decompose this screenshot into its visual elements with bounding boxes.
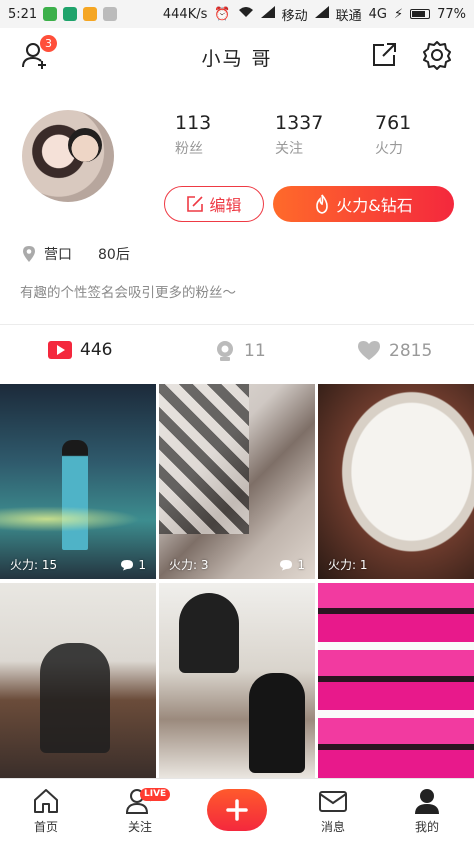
camera-icon [217,341,233,361]
battery-icon [410,9,431,19]
video-comment-count: 1 [138,557,146,572]
video-comment: 1 [279,558,305,572]
live-badge: LIVE [140,788,171,801]
edit-icon [187,196,204,212]
network-speed: 444K/s [162,6,208,22]
avatar[interactable] [22,110,114,202]
nav-me-label: 我的 [414,820,439,834]
create-button[interactable] [207,789,267,831]
shield-notification-icon [63,7,78,21]
signal-icon-2 [314,6,329,22]
alarm-icon: ⏰ [214,6,231,22]
nav-messages[interactable]: 消息 [303,787,363,835]
nav-home-label: 首页 [33,820,58,834]
status-time: 5:21 [8,6,38,22]
edit-profile-button[interactable]: 编辑 [164,186,264,222]
user-icon [415,789,439,814]
video-thumbnail[interactable] [318,583,474,778]
share-icon [373,43,396,66]
network-type: 4G [368,6,387,22]
video-thumbnail[interactable]: 火力: 15 1 [0,384,156,579]
video-grid: 火力: 15 1 火力: 3 1 火力: 1 [0,384,474,778]
tab-videos[interactable]: 446 [48,340,112,360]
video-thumbnail-figure-2 [249,673,305,773]
gear-icon [423,41,451,70]
video-comment: 1 [120,558,146,572]
video-fire-count: 火力: 15 [10,558,58,572]
stat-following-label: 关注 [275,141,303,157]
video-fire-count: 火力: 1 [328,558,368,572]
tab-live[interactable]: 11 [214,340,266,362]
stat-fans-count: 113 [175,112,212,134]
heart-icon [358,341,380,360]
stat-following[interactable]: 1337 关注 [275,112,323,158]
tab-videos-count: 446 [80,340,113,360]
video-thumbnail-lights [0,504,156,534]
nav-follow[interactable]: LIVE 关注 [110,787,171,835]
tab-likes-count: 2815 [389,340,433,361]
status-bar: 5:21 444K/s ⏰ 移动 联通 4G ⚡ 77% [0,0,474,28]
app-notification-icon [43,7,58,21]
content-tabs: 446 11 2815 [0,330,474,376]
settings-button[interactable] [422,40,452,74]
carrier-2: 联通 [335,8,362,24]
stat-fans-label: 粉丝 [175,141,203,157]
video-thumbnail-figure [179,593,239,673]
stat-firepower-label: 火力 [375,141,403,157]
comment-icon [280,559,293,570]
video-thumbnail[interactable] [159,583,315,778]
firepower-diamond-button[interactable]: 火力&钻石 [273,186,454,222]
edit-label: 编辑 [209,196,242,215]
nav-follow-label: 关注 [127,820,152,834]
nav-messages-label: 消息 [320,820,345,834]
nav-home[interactable]: 首页 [16,787,76,835]
video-stats-overlay: 火力: 1 [328,556,464,573]
avatar-photo [68,128,102,162]
video-stats-overlay: 火力: 3 1 [169,556,305,573]
profile-stats: 113 粉丝 1337 关注 761 火力 [175,112,415,162]
signal-icon [260,6,275,22]
video-icon [48,341,72,359]
page-title: 小马 哥 [201,48,273,70]
top-header: 3 小马 哥 [0,28,474,84]
location-pin-icon [23,246,35,262]
wifi-icon [238,6,254,22]
stat-fans[interactable]: 113 粉丝 [175,112,211,158]
location-row: 营口 80后 [22,244,130,264]
age-text: 80后 [98,247,130,263]
stat-following-count: 1337 [275,112,324,134]
comment-icon [121,559,134,570]
battery-percent: 77% [437,6,466,22]
video-thumbnail-figure [40,643,110,753]
flame-icon [316,194,329,214]
charging-icon: ⚡ [393,6,404,22]
video-fire-count: 火力: 3 [169,558,209,572]
image-notification-icon [103,7,118,21]
video-thumbnail[interactable]: 火力: 3 1 [159,384,315,579]
location-text: 营口 [44,247,72,263]
home-icon [34,789,58,813]
video-stats-overlay: 火力: 15 1 [10,556,146,573]
stat-firepower[interactable]: 761 火力 [375,112,411,158]
mail-icon [319,791,347,812]
video-thumbnail[interactable] [0,583,156,778]
video-thumbnail-pattern [159,384,249,534]
tab-likes[interactable]: 2815 [357,340,432,361]
stat-firepower-count: 761 [375,112,412,134]
carrier-1: 移动 [281,8,308,24]
divider [0,324,474,325]
bottom-nav: 首页 LIVE 关注 消息 我的 [0,778,474,842]
bio-text[interactable]: 有趣的个性签名会吸引更多的粉丝～ [20,281,236,301]
app-notification-icon-2 [83,7,98,21]
firepower-diamond-label: 火力&钻石 [336,196,413,215]
plus-icon [226,799,248,821]
share-button[interactable] [370,41,398,73]
nav-me[interactable]: 我的 [397,787,457,835]
tab-live-count: 11 [244,341,266,361]
video-comment-count: 1 [297,557,305,572]
video-thumbnail[interactable]: 火力: 1 [318,384,474,579]
